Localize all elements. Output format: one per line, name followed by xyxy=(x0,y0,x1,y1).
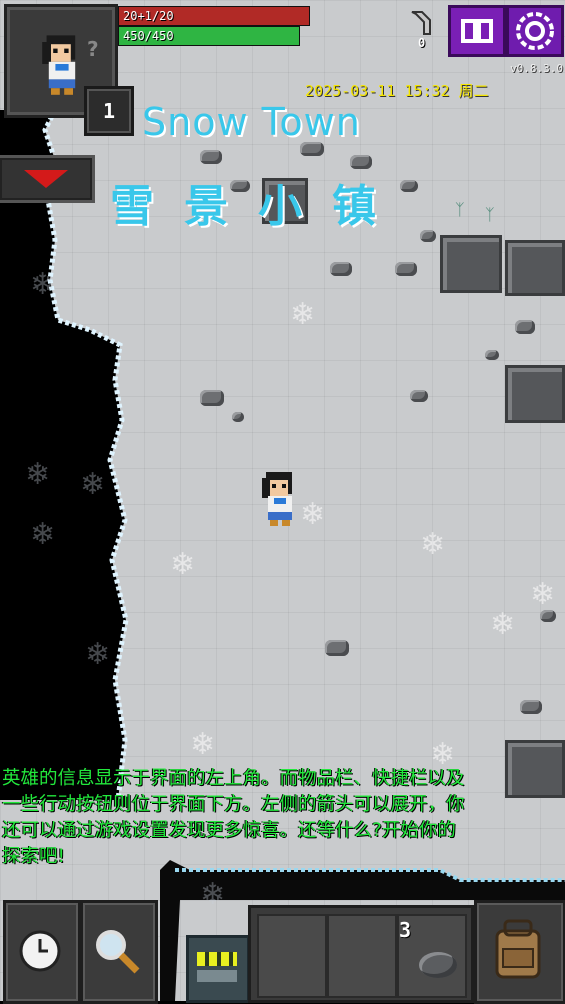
rock xyxy=(300,142,324,156)
boulder xyxy=(505,740,565,798)
boulder xyxy=(505,365,565,423)
journal-button[interactable] xyxy=(448,5,506,57)
stone-icon xyxy=(419,952,457,978)
zone-title-en: Snow Town xyxy=(142,100,361,144)
rock xyxy=(350,155,372,169)
magnifier-icon xyxy=(93,927,143,981)
snowflake: ❄ xyxy=(420,527,446,562)
search-button[interactable] xyxy=(80,900,158,1004)
snowflake: ❄ xyxy=(30,517,56,552)
hero-sprite[interactable] xyxy=(258,468,302,532)
hp-bar: 20+1/20 xyxy=(118,6,310,26)
snowflake: ❄ xyxy=(170,547,196,582)
snowflake: ❄ xyxy=(80,467,106,502)
xp-text: 450/450 xyxy=(123,29,174,43)
snowflake: ❄ xyxy=(300,497,326,532)
hero-portrait-icon xyxy=(37,31,87,101)
snowflake: ❄ xyxy=(30,267,56,302)
rock xyxy=(232,412,244,422)
rock xyxy=(200,390,224,406)
quickslot-bar: 3 xyxy=(248,905,474,1003)
rock xyxy=(485,350,499,360)
rock xyxy=(200,150,222,164)
backpack-icon xyxy=(489,919,547,985)
quickslot-qty: 3 xyxy=(399,918,412,942)
snowflake: ❄ xyxy=(25,457,51,492)
version-label: v0.8.3.0 xyxy=(510,62,563,75)
snowflake: ❄ xyxy=(290,297,316,332)
rock xyxy=(330,262,352,276)
expand-arrow-icon xyxy=(24,170,68,188)
sprout: ᛉ xyxy=(485,205,495,224)
backpack-button[interactable] xyxy=(474,900,565,1004)
quickslot-1[interactable] xyxy=(257,914,327,998)
quickslot-2[interactable] xyxy=(327,914,397,998)
device-base xyxy=(197,970,237,982)
expand-button[interactable] xyxy=(0,155,95,203)
snowflake: ❄ xyxy=(490,607,516,642)
snowflake: ❄ xyxy=(85,637,111,672)
rock xyxy=(395,262,417,276)
flag-count: 0 xyxy=(418,36,426,50)
rock xyxy=(420,230,436,242)
zone-title-zh: 雪景小镇 xyxy=(110,181,406,232)
snowflake: ❄ xyxy=(190,727,216,762)
snowflake: ❄ xyxy=(200,877,226,912)
journal-icon xyxy=(451,19,503,58)
device-icon xyxy=(197,952,237,966)
xp-bar: 450/450 xyxy=(118,26,300,46)
wait-button[interactable] xyxy=(3,900,81,1004)
rock xyxy=(325,640,349,656)
clock-icon xyxy=(18,929,62,977)
sprout: ᛉ xyxy=(455,200,465,219)
tutorial-tip: 英雄的信息显示于界面的左上角。而物品栏、快捷栏以及一些行动按钮则位于界面下方。左… xyxy=(2,768,465,867)
quickslot-device[interactable] xyxy=(186,935,250,1003)
question-icon: ? xyxy=(87,37,99,61)
rock xyxy=(515,320,535,334)
datetime-label: 2025-03-11 15:32 周二 xyxy=(305,82,489,100)
boulder xyxy=(505,240,565,296)
boulder xyxy=(440,235,502,293)
settings-gear-icon xyxy=(509,12,561,58)
settings-button[interactable] xyxy=(506,5,564,57)
rock xyxy=(520,700,542,714)
hero-level: 1 xyxy=(84,86,134,136)
quickslot-3[interactable]: 3 xyxy=(397,914,467,998)
hp-text: 20+1/20 xyxy=(123,9,174,23)
rock xyxy=(410,390,428,402)
flag-button[interactable]: 0 xyxy=(408,10,438,54)
snowflake: ❄ xyxy=(530,577,556,612)
